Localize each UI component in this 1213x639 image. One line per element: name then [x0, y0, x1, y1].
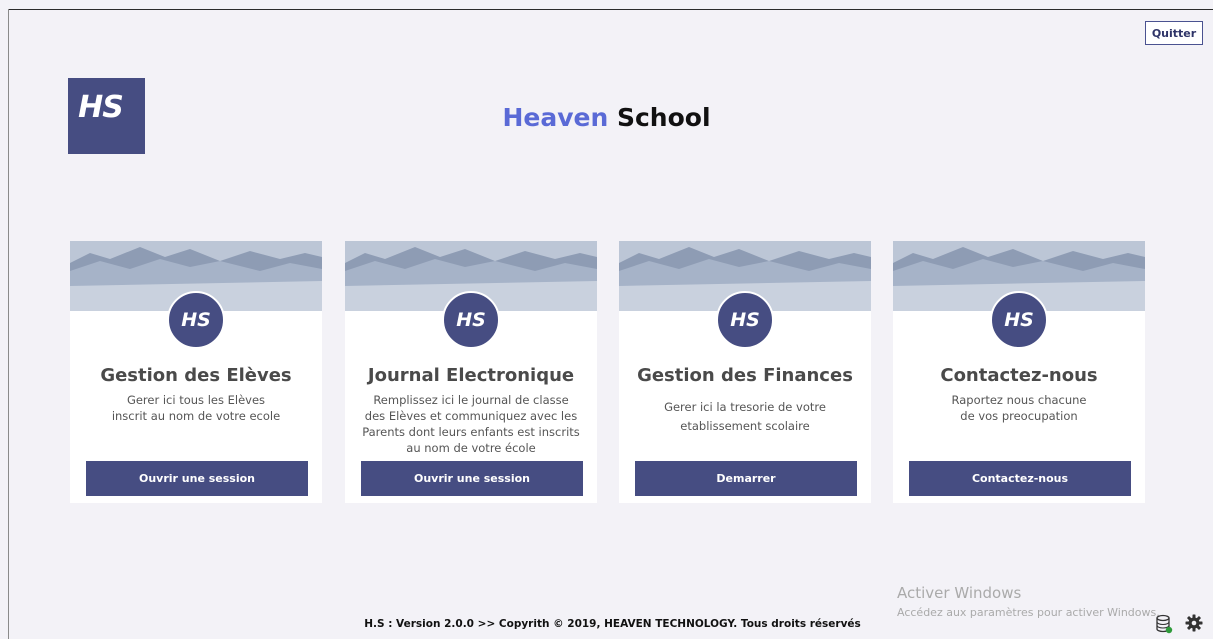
card-description-line: Parents dont leurs enfants est inscrits	[362, 425, 580, 439]
card-description-line: Gerer ici la tresorie de votre	[664, 400, 826, 414]
card-description-line: Raportez nous chacune	[951, 393, 1087, 407]
footer-copyright: H.S : Version 2.0.0 >> Copyrith © 2019, …	[0, 618, 1213, 630]
card-badge-logo: HS	[167, 291, 225, 349]
open-session-button[interactable]: Ouvrir une session	[86, 461, 308, 496]
card-description-line: inscrit au nom de votre ecole	[111, 409, 281, 423]
card-description: Gerer ici la tresorie de votre etablisse…	[629, 398, 861, 436]
open-session-button[interactable]: Ouvrir une session	[361, 461, 583, 496]
footer-text: H.S : Version 2.0.0 >> Copyrith © 2019, …	[364, 618, 861, 630]
card-title: Gestion des Finances	[637, 365, 853, 386]
card-contact-us: HS Contactez-nous Raportez nous chacune …	[893, 241, 1145, 503]
window-top-border	[8, 9, 1213, 10]
page-title: Heaven School	[0, 103, 1213, 132]
card-student-management: HS Gestion des Elèves Gerer ici tous les…	[70, 241, 322, 503]
card-description-line: au nom de votre école	[406, 441, 536, 455]
quit-button[interactable]: Quitter	[1145, 21, 1203, 45]
card-description-line: etablissement scolaire	[680, 419, 810, 433]
card-description: Raportez nous chacune de vos preocupatio…	[903, 392, 1135, 424]
card-badge-logo: HS	[716, 291, 774, 349]
card-title: Contactez-nous	[940, 365, 1098, 386]
activation-watermark-subtitle: Accédez aux paramètres pour activer Wind…	[897, 606, 1160, 619]
contact-us-button[interactable]: Contactez-nous	[909, 461, 1131, 496]
card-electronic-journal: HS Journal Electronique Remplissez ici l…	[345, 241, 597, 503]
card-finance-management: HS Gestion des Finances Gerer ici la tre…	[619, 241, 871, 503]
card-badge-logo: HS	[442, 291, 500, 349]
card-description: Gerer ici tous les Elèves inscrit au nom…	[80, 392, 312, 424]
start-finance-button[interactable]: Demarrer	[635, 461, 857, 496]
page-title-part1: Heaven	[502, 103, 609, 132]
card-badge-logo: HS	[990, 291, 1048, 349]
activation-watermark-title: Activer Windows	[897, 584, 1022, 602]
card-description-line: des Elèves et communiquez avec les	[364, 409, 578, 423]
card-title: Journal Electronique	[367, 365, 575, 386]
gear-icon[interactable]	[1185, 614, 1203, 632]
card-description-line: de vos preocupation	[960, 409, 1078, 423]
page-title-part2: School	[616, 103, 711, 132]
database-icon[interactable]	[1155, 614, 1173, 634]
card-description-line: Gerer ici tous les Elèves	[126, 393, 266, 407]
card-title: Gestion des Elèves	[100, 365, 292, 386]
card-description-line: Remplissez ici le journal de classe	[373, 393, 569, 407]
card-description: Remplissez ici le journal de classe des …	[355, 392, 587, 456]
